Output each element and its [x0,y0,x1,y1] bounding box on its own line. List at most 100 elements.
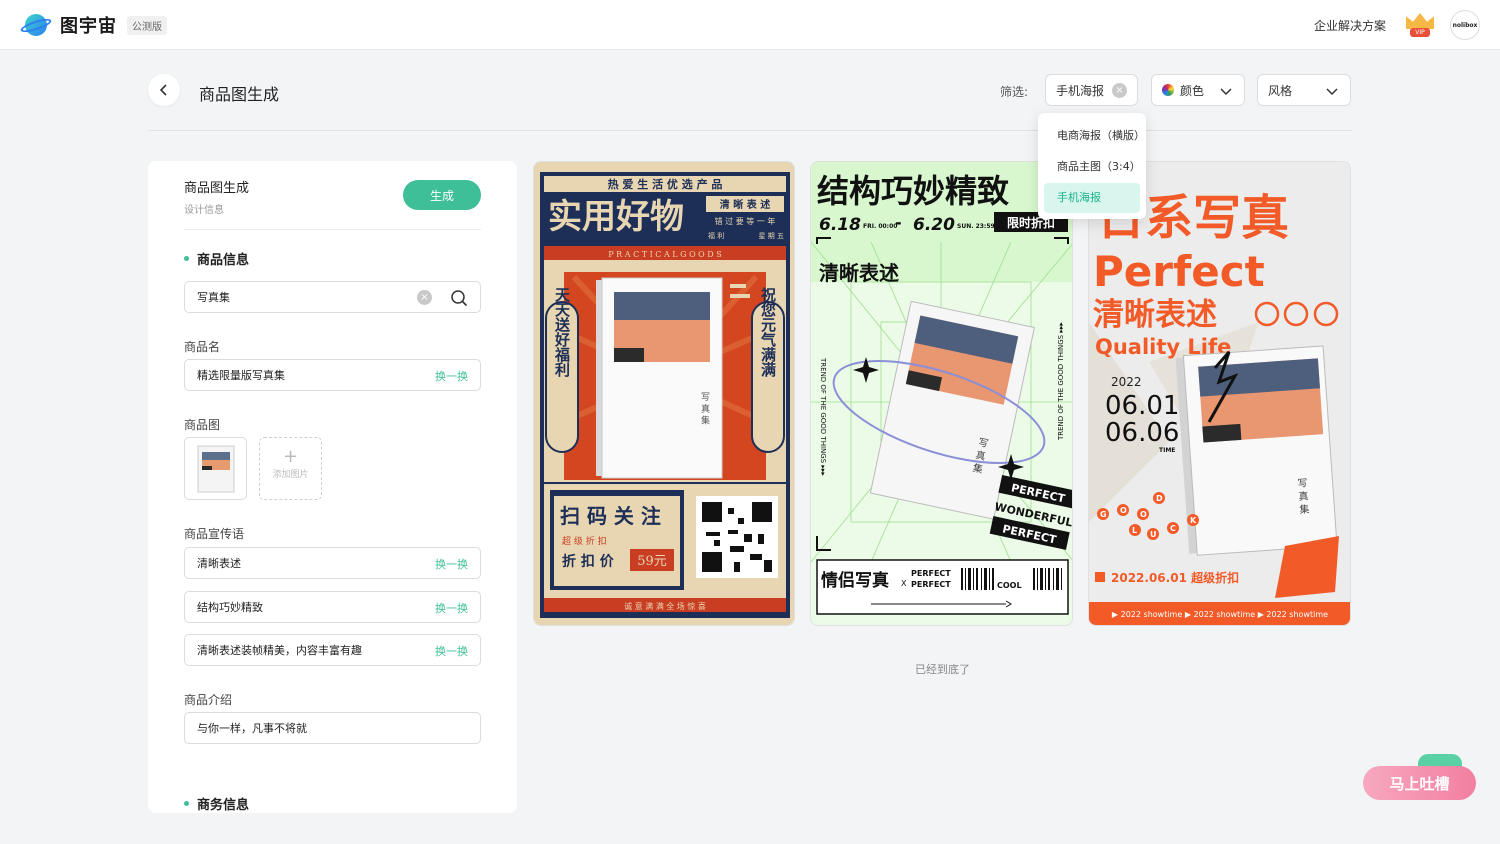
name-label: 商品名 [184,340,221,354]
svg-text:清晰表述: 清晰表述 [819,261,899,285]
generate-button[interactable]: 生成 [403,180,481,210]
poster-right-vertical: 祝您元气满满 [759,286,777,378]
type-filter-dropdown: 电商海报（横版） 商品主图（3:4） 手机海报 [1038,113,1146,219]
add-image-button[interactable]: + 添加图片 [259,437,322,500]
clear-icon[interactable]: × [1112,83,1127,98]
search-value: 写真集 [197,291,230,304]
svg-text:超 级 折 扣: 超 级 折 扣 [562,535,607,547]
back-button[interactable] [148,74,180,106]
book-thumbnail-icon [197,445,234,492]
search-icon[interactable] [450,289,468,307]
section-product-info: 商品信息 [184,249,249,268]
svg-text:C: C [1170,524,1176,533]
section-title: 商品信息 [197,253,250,268]
poster-2-artwork: 结构巧妙精致 6.18 FRI. 00:00 - 6.20 SUN. 23:59… [811,162,1072,625]
svg-text:6.18: 6.18 [819,215,861,235]
add-image-label: 添加图片 [272,470,309,480]
svg-text:6.20: 6.20 [913,215,955,235]
svg-text:59元: 59元 [637,554,667,569]
filter-label: 筛选: [1000,85,1029,99]
svg-text:PERFECT: PERFECT [911,569,951,578]
svg-text:06.06: 06.06 [1105,418,1179,448]
type-filter-select[interactable]: 手机海报 × [1045,74,1138,106]
poster-1-artwork: 热 爱 生 活 优 选 产 品 实用好物 清 晰 表 述 错 过 要 等 一 年… [534,162,794,625]
svg-text:情侣写真: 情侣写真 [821,570,889,591]
svg-text:COOL: COOL [997,581,1022,590]
product-search-input[interactable]: 写真集 × [184,281,481,313]
svg-text:SUN. 23:59: SUN. 23:59 [957,223,995,230]
svg-text:O: O [1120,506,1127,515]
svg-text:L: L [1132,526,1137,535]
dropdown-option-ecommerce[interactable]: 电商海报（横版） [1044,121,1145,151]
slogan-input-3[interactable]: 清晰表述装帧精美，内容丰富有趣 换一换 [184,634,481,666]
svg-text:-: - [895,213,902,232]
clear-icon[interactable]: × [417,290,432,305]
svg-text:写 真 集: 写 真 集 [699,392,710,426]
logo[interactable]: 图宇宙 公测版 [19,12,167,38]
panel-subtitle: 设计信息 [184,205,224,216]
poster-card-2[interactable]: 结构巧妙精致 6.18 FRI. 00:00 - 6.20 SUN. 23:59… [810,161,1073,626]
svg-text:清晰表述: 清晰表述 [1093,297,1217,333]
color-filter-select[interactable]: 颜色 [1151,74,1245,106]
end-of-list-text: 已经到底了 [915,663,970,676]
swap-button[interactable]: 换一换 [435,643,468,659]
header-divider [148,130,1352,131]
poster-3-artwork: 日系写真 Perfect 清晰表述 Quality Life 2022 06.0… [1089,162,1350,625]
poster-headline: 实用好物 [548,197,684,237]
vip-crown-icon[interactable]: VIP [1404,11,1436,39]
svg-text:O: O [1140,510,1147,519]
swap-button[interactable]: 换一换 [435,556,468,572]
planet-logo-icon [19,12,53,38]
slogan-input-2[interactable]: 结构巧妙精致 换一换 [184,591,481,623]
beta-badge: 公测版 [127,15,167,35]
chevron-down-icon [1326,88,1338,96]
svg-text:U: U [1150,530,1157,539]
poster-left-vertical: 天天送好福利 [553,287,571,378]
feedback-button[interactable]: 马上吐槽 [1363,766,1476,800]
app-name: 图宇宙 [60,16,117,37]
color-wheel-icon [1162,84,1174,96]
slogan-input-1[interactable]: 清晰表述 换一换 [184,547,481,579]
product-form-panel: 商品图生成 设计信息 生成 商品信息 写真集 × 商品名 精选限量版写真集 换一… [148,161,517,813]
product-name-input[interactable]: 精选限量版写真集 换一换 [184,359,481,391]
panel-title: 商品图生成 [184,181,250,196]
poster-card-1[interactable]: 热 爱 生 活 优 选 产 品 实用好物 清 晰 表 述 错 过 要 等 一 年… [533,161,795,626]
swap-button[interactable]: 换一换 [435,368,468,384]
type-filter-value: 手机海报 [1056,83,1105,98]
slogan-value: 结构巧妙精致 [197,601,263,614]
poster-card-3[interactable]: 日系写真 Perfect 清晰表述 Quality Life 2022 06.0… [1088,161,1351,626]
style-filter-label: 风格 [1268,83,1293,98]
svg-text:扫 码 关 注: 扫 码 关 注 [560,504,661,528]
intro-label: 商品介绍 [184,693,233,707]
svg-text:TIME: TIME [1159,447,1175,454]
panel-divider [184,229,481,230]
top-bar: 图宇宙 公测版 企业解决方案 VIP nolibox [0,0,1500,50]
svg-text:2022: 2022 [1111,375,1142,389]
avatar[interactable]: nolibox [1450,10,1480,40]
slogan-value: 清晰表述装帧精美，内容丰富有趣 [197,644,362,657]
chevron-down-icon [1220,88,1232,96]
svg-text:错 过 要 等 一 年: 错 过 要 等 一 年 [715,216,776,226]
svg-text:D: D [1156,494,1163,503]
chevron-left-icon [159,84,167,96]
section-title: 商务信息 [197,798,250,813]
dropdown-option-main-image[interactable]: 商品主图（3:4） [1044,152,1141,182]
svg-text:诚 意 满 满 全 场 惊 喜: 诚 意 满 满 全 场 惊 喜 [624,601,706,611]
intro-input[interactable]: 与你一样，凡事不将就 [184,712,481,744]
slogan-label: 商品宣传语 [184,527,245,541]
product-image-thumbnail[interactable] [184,437,247,500]
svg-text:TREND OF THE GOOD THINGS ▸▸▸: TREND OF THE GOOD THINGS ▸▸▸ [1057,322,1065,441]
svg-text:2022.06.01 超级折扣: 2022.06.01 超级折扣 [1111,570,1239,585]
svg-text:K: K [1190,516,1197,525]
svg-text:折 扣 价: 折 扣 价 [562,553,615,570]
enterprise-link[interactable]: 企业解决方案 [1314,17,1386,34]
svg-text:PERFECT: PERFECT [911,580,951,589]
dropdown-option-mobile-poster[interactable]: 手机海报 [1044,183,1140,213]
svg-text:06.01: 06.01 [1105,391,1179,421]
svg-text:福 利: 福 利 [708,231,724,240]
poster-top-strip: 热 爱 生 活 优 选 产 品 [608,177,723,191]
svg-text:TREND OF THE GOOD THINGS ▸▸▸: TREND OF THE GOOD THINGS ▸▸▸ [819,357,827,476]
svg-text:G: G [1100,510,1107,519]
swap-button[interactable]: 换一换 [435,600,468,616]
style-filter-select[interactable]: 风格 [1257,74,1351,106]
